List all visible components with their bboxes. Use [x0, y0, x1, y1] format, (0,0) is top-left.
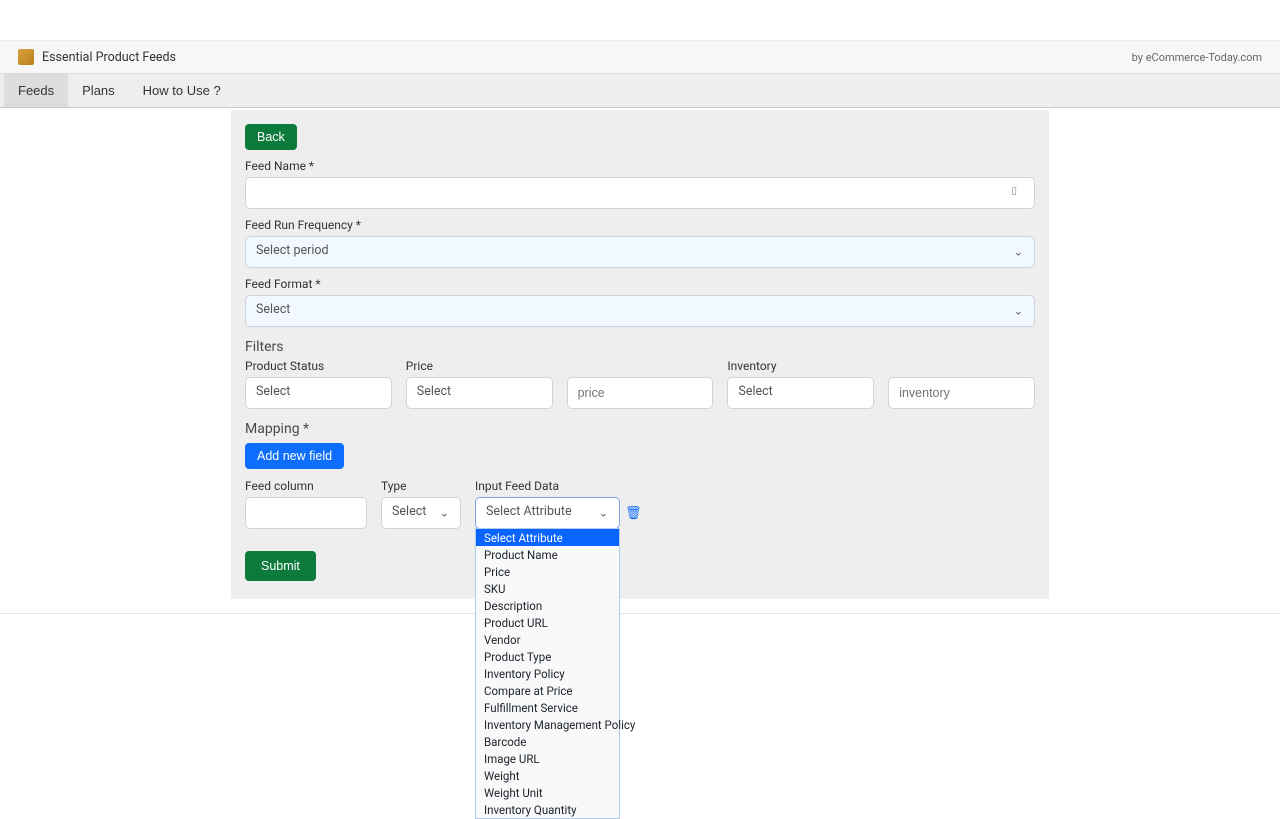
- feed-format-label: Feed Format *: [245, 277, 1035, 291]
- type-header: Type: [381, 479, 461, 493]
- app-logo-icon: [18, 49, 34, 65]
- input-feed-data-header: Input Feed Data: [475, 479, 620, 493]
- feed-column-input[interactable]: [245, 497, 367, 529]
- attribute-option[interactable]: Inventory Quantity: [476, 801, 619, 818]
- byline: by eCommerce-Today.com: [1132, 51, 1262, 64]
- attribute-option[interactable]: Inventory Policy: [476, 665, 619, 682]
- attribute-option[interactable]: Product URL: [476, 614, 619, 631]
- window-top-space: [0, 0, 1280, 40]
- app-title: Essential Product Feeds: [42, 50, 176, 65]
- type-select[interactable]: Select: [381, 497, 461, 529]
- input-context-icon: ▯: [1011, 186, 1017, 197]
- attribute-dropdown[interactable]: Select AttributeProduct NamePriceSKUDesc…: [475, 528, 620, 819]
- attribute-option[interactable]: Price: [476, 563, 619, 580]
- main-tabs: Feeds Plans How to Use ?: [0, 74, 1280, 108]
- brand: Essential Product Feeds: [18, 49, 176, 65]
- product-status-label: Product Status: [245, 359, 392, 373]
- feed-format-select[interactable]: Select: [245, 295, 1035, 327]
- attribute-option[interactable]: Fulfillment Service: [476, 699, 619, 716]
- delete-row-icon[interactable]: 🗑: [625, 506, 642, 521]
- attribute-option[interactable]: Vendor: [476, 631, 619, 648]
- submit-button[interactable]: Submit: [245, 551, 316, 581]
- attribute-option[interactable]: Select Attribute: [476, 529, 619, 546]
- app-header: Essential Product Feeds by eCommerce-Tod…: [0, 40, 1280, 74]
- inventory-input[interactable]: [888, 377, 1035, 409]
- attribute-option[interactable]: SKU: [476, 580, 619, 597]
- product-status-select[interactable]: Select: [245, 377, 392, 409]
- feed-column-header: Feed column: [245, 479, 367, 493]
- attribute-option[interactable]: Inventory Management Policy: [476, 716, 619, 733]
- add-new-field-button[interactable]: Add new field: [245, 443, 344, 469]
- tab-feeds[interactable]: Feeds: [4, 74, 68, 107]
- run-frequency-select[interactable]: Select period: [245, 236, 1035, 268]
- attribute-option[interactable]: Compare at Price: [476, 682, 619, 699]
- attribute-option[interactable]: Image URL: [476, 750, 619, 767]
- inventory-operator-select[interactable]: Select: [727, 377, 874, 409]
- run-frequency-label: Feed Run Frequency *: [245, 218, 1035, 232]
- footer-separator: [0, 613, 1280, 614]
- attribute-option[interactable]: Product Type: [476, 648, 619, 665]
- price-label: Price: [406, 359, 553, 373]
- tab-howto[interactable]: How to Use ?: [129, 74, 235, 107]
- tab-plans[interactable]: Plans: [68, 74, 129, 107]
- attribute-option[interactable]: Description: [476, 597, 619, 614]
- price-operator-select[interactable]: Select: [406, 377, 553, 409]
- filters-heading: Filters: [245, 339, 1035, 355]
- inventory-label: Inventory: [727, 359, 874, 373]
- attribute-select[interactable]: Select Attribute: [475, 497, 620, 529]
- mapping-heading: Mapping *: [245, 421, 1035, 437]
- feed-name-input[interactable]: [245, 177, 1035, 209]
- attribute-option[interactable]: Weight: [476, 767, 619, 784]
- attribute-option[interactable]: Weight Unit: [476, 784, 619, 801]
- price-input[interactable]: [567, 377, 714, 409]
- feed-name-label: Feed Name *: [245, 159, 1035, 173]
- attribute-option[interactable]: Barcode: [476, 733, 619, 750]
- attribute-option[interactable]: Product Name: [476, 546, 619, 563]
- feed-form-panel: Back Feed Name * ▯ Feed Run Frequency * …: [231, 110, 1049, 599]
- back-button[interactable]: Back: [245, 124, 297, 150]
